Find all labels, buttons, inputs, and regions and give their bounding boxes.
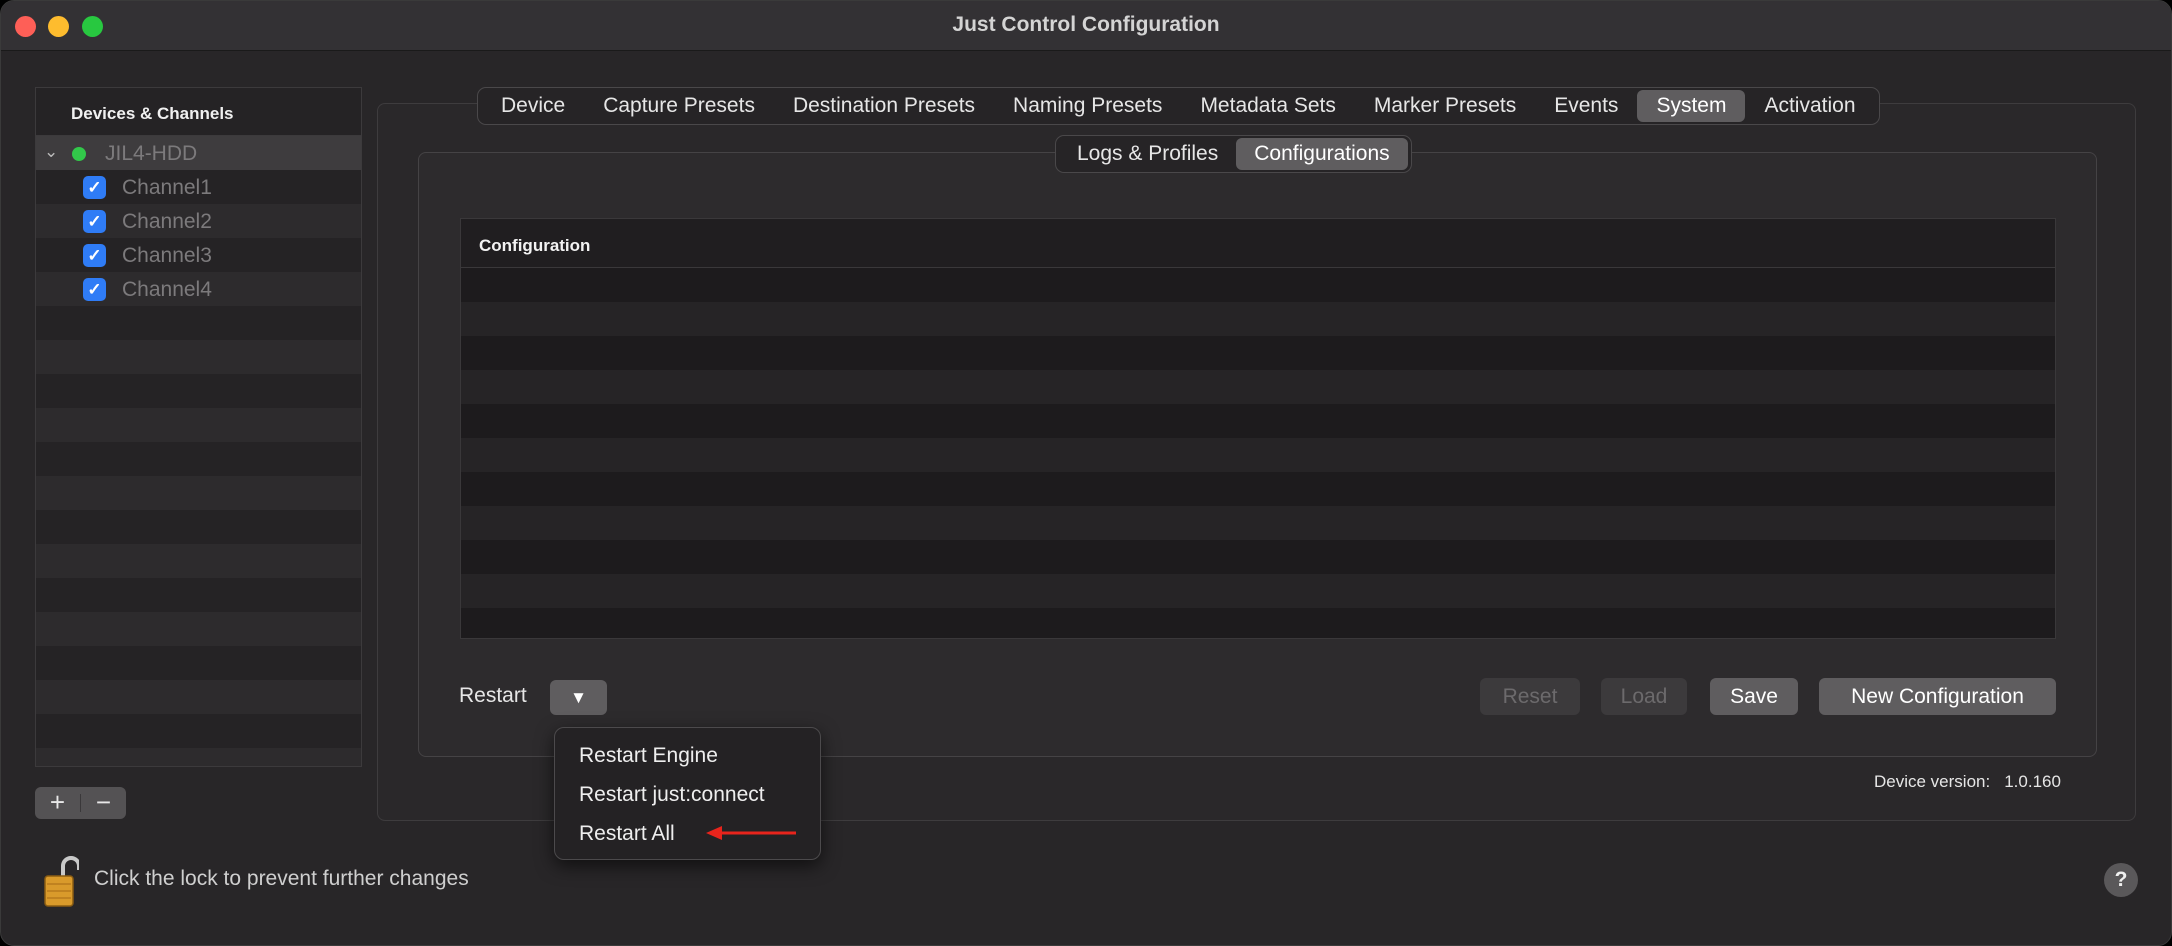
empty-row (36, 510, 361, 544)
table-row[interactable] (461, 302, 2055, 336)
device-version-label: Device version: (1874, 772, 1991, 791)
load-button[interactable]: Load (1601, 678, 1687, 715)
empty-row (36, 714, 361, 748)
channel-checkbox[interactable]: ✓ (83, 176, 106, 199)
menu-item-restart-just-connect[interactable]: Restart just:connect (579, 783, 765, 807)
device-version-value: 1.0.160 (2004, 772, 2061, 791)
remove-device-button[interactable]: − (81, 787, 126, 819)
tab-events[interactable]: Events (1535, 90, 1637, 122)
tab-naming-presets[interactable]: Naming Presets (994, 90, 1181, 122)
status-dot-icon (72, 147, 86, 161)
red-arrow-annotation-icon (706, 826, 796, 840)
empty-row (36, 374, 361, 408)
empty-row (36, 748, 361, 766)
app-window: Just Control Configuration Devices & Cha… (0, 0, 2172, 946)
devices-channels-list: Devices & Channels ⌄ JIL4-HDD ✓ Channel1… (35, 87, 362, 767)
new-configuration-button[interactable]: New Configuration (1819, 678, 2056, 715)
tab-marker-presets[interactable]: Marker Presets (1355, 90, 1535, 122)
channel-row[interactable]: ✓ Channel1 (36, 170, 361, 204)
save-button[interactable]: Save (1710, 678, 1798, 715)
channel-label: Channel1 (122, 176, 212, 199)
lock-hint-text: Click the lock to prevent further change… (94, 867, 469, 890)
tab-device[interactable]: Device (482, 90, 584, 122)
channel-label: Channel3 (122, 244, 212, 267)
menu-item-restart-all[interactable]: Restart All (579, 822, 675, 846)
restart-popup-button[interactable]: ▼ (550, 680, 607, 715)
empty-row (36, 408, 361, 442)
tab-destination-presets[interactable]: Destination Presets (774, 90, 994, 122)
empty-row (36, 340, 361, 374)
empty-row (36, 544, 361, 578)
subtab-logs-profiles[interactable]: Logs & Profiles (1059, 138, 1236, 170)
reset-button[interactable]: Reset (1480, 678, 1580, 715)
table-row[interactable] (461, 608, 2055, 638)
tab-system[interactable]: System (1637, 90, 1746, 122)
tab-capture-presets[interactable]: Capture Presets (584, 90, 774, 122)
channel-checkbox[interactable]: ✓ (83, 244, 106, 267)
subtab-configurations[interactable]: Configurations (1236, 138, 1408, 170)
add-remove-control: + − (35, 787, 126, 819)
table-row[interactable] (461, 336, 2055, 370)
window-title: Just Control Configuration (952, 13, 1220, 36)
channel-row[interactable]: ✓ Channel2 (36, 204, 361, 238)
table-row[interactable] (461, 268, 2055, 302)
help-icon[interactable]: ? (2104, 863, 2138, 897)
channel-label: Channel2 (122, 210, 212, 233)
open-padlock-icon[interactable] (43, 854, 79, 908)
table-row[interactable] (461, 574, 2055, 608)
table-row[interactable] (461, 370, 2055, 404)
device-version: Device version: 1.0.160 (1874, 772, 2061, 792)
system-subtab-bar: Logs & Profiles Configurations (1055, 135, 1412, 173)
table-row[interactable] (461, 438, 2055, 472)
sidebar-device-row[interactable]: ⌄ JIL4-HDD (36, 136, 361, 170)
tab-activation[interactable]: Activation (1745, 90, 1874, 122)
device-name: JIL4-HDD (105, 142, 198, 165)
configuration-table[interactable]: Configuration (460, 218, 2056, 639)
channel-checkbox[interactable]: ✓ (83, 278, 106, 301)
tab-metadata-sets[interactable]: Metadata Sets (1181, 90, 1354, 122)
column-header-configuration[interactable]: Configuration (461, 219, 2055, 268)
channel-row[interactable]: ✓ Channel3 (36, 238, 361, 272)
table-row[interactable] (461, 540, 2055, 574)
empty-row (36, 612, 361, 646)
channel-checkbox[interactable]: ✓ (83, 210, 106, 233)
title-bar: Just Control Configuration (1, 1, 2171, 51)
restart-label: Restart (459, 684, 527, 707)
empty-row (36, 680, 361, 714)
empty-row (36, 306, 361, 340)
empty-row (36, 646, 361, 680)
channel-label: Channel4 (122, 278, 212, 301)
empty-row (36, 578, 361, 612)
table-row[interactable] (461, 404, 2055, 438)
main-tab-bar: Device Capture Presets Destination Prese… (477, 87, 1880, 125)
menu-item-restart-engine[interactable]: Restart Engine (579, 744, 718, 768)
chevron-down-icon[interactable]: ⌄ (44, 142, 58, 162)
table-row[interactable] (461, 472, 2055, 506)
add-device-button[interactable]: + (35, 787, 80, 819)
empty-row (36, 442, 361, 476)
empty-row (36, 476, 361, 510)
channel-row[interactable]: ✓ Channel4 (36, 272, 361, 306)
sidebar-header: Devices & Channels (36, 88, 361, 136)
table-row[interactable] (461, 506, 2055, 540)
